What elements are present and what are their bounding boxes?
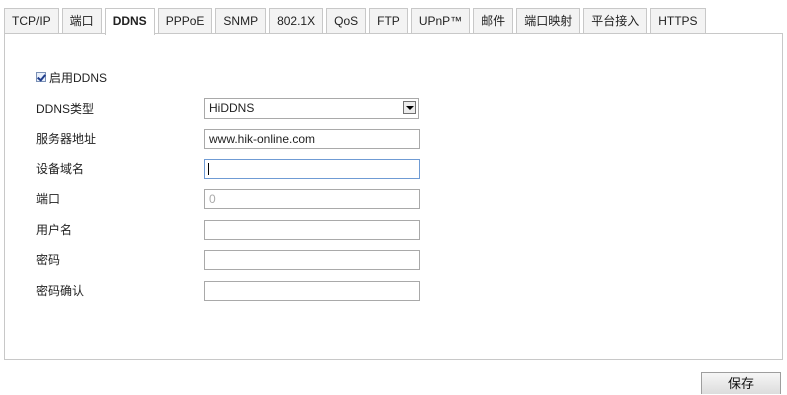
enable-ddns-checkbox[interactable] xyxy=(36,72,46,82)
save-button[interactable]: 保存 xyxy=(701,372,781,394)
username-row: 用户名 xyxy=(36,219,536,241)
tab-port-mapping[interactable]: 端口映射 xyxy=(516,8,581,34)
server-address-label: 服务器地址 xyxy=(36,132,97,146)
tab-ftp[interactable]: FTP xyxy=(369,8,408,34)
ddns-type-select[interactable]: HiDDNS xyxy=(204,98,419,119)
password-row: 密码 xyxy=(36,249,536,271)
tab-qos[interactable]: QoS xyxy=(326,8,367,34)
tab-upnp[interactable]: UPnP™ xyxy=(410,8,471,34)
server-address-row: 服务器地址 xyxy=(36,128,536,150)
tab-tcpip[interactable]: TCP/IP xyxy=(4,8,59,34)
tab-port[interactable]: 端口 xyxy=(61,8,102,34)
port-input[interactable] xyxy=(204,189,420,209)
confirm-password-input[interactable] xyxy=(204,281,420,301)
server-address-input[interactable] xyxy=(204,129,420,149)
device-domain-input[interactable] xyxy=(204,159,420,179)
enable-ddns-label: 启用DDNS xyxy=(49,70,108,85)
tab-snmp[interactable]: SNMP xyxy=(215,8,267,34)
enable-ddns-row: 启用DDNS xyxy=(36,70,108,85)
username-input[interactable] xyxy=(204,220,420,240)
ddns-type-value: HiDDNS xyxy=(209,101,255,115)
tab-platform-access[interactable]: 平台接入 xyxy=(583,8,648,34)
chevron-down-icon[interactable] xyxy=(403,101,416,114)
confirm-password-row: 密码确认 xyxy=(36,280,536,302)
password-input[interactable] xyxy=(204,250,420,270)
tab-ddns[interactable]: DDNS xyxy=(104,8,155,35)
tab-pppoe[interactable]: PPPoE xyxy=(157,8,213,34)
device-domain-label: 设备域名 xyxy=(36,162,85,176)
ddns-type-row: DDNS类型 HiDDNS xyxy=(36,98,536,120)
tab-bar: TCP/IP 端口 DDNS PPPoE SNMP 802.1X QoS FTP… xyxy=(4,8,709,35)
text-caret xyxy=(208,163,209,175)
tab-https[interactable]: HTTPS xyxy=(650,8,706,34)
username-label: 用户名 xyxy=(36,223,73,237)
device-domain-row: 设备域名 xyxy=(36,158,536,180)
confirm-password-label: 密码确认 xyxy=(36,284,85,298)
password-label: 密码 xyxy=(36,253,61,267)
tab-email[interactable]: 邮件 xyxy=(473,8,514,34)
ddns-type-label: DDNS类型 xyxy=(36,102,95,116)
port-label: 端口 xyxy=(36,192,61,206)
port-row: 端口 xyxy=(36,188,536,210)
tab-8021x[interactable]: 802.1X xyxy=(269,8,324,34)
